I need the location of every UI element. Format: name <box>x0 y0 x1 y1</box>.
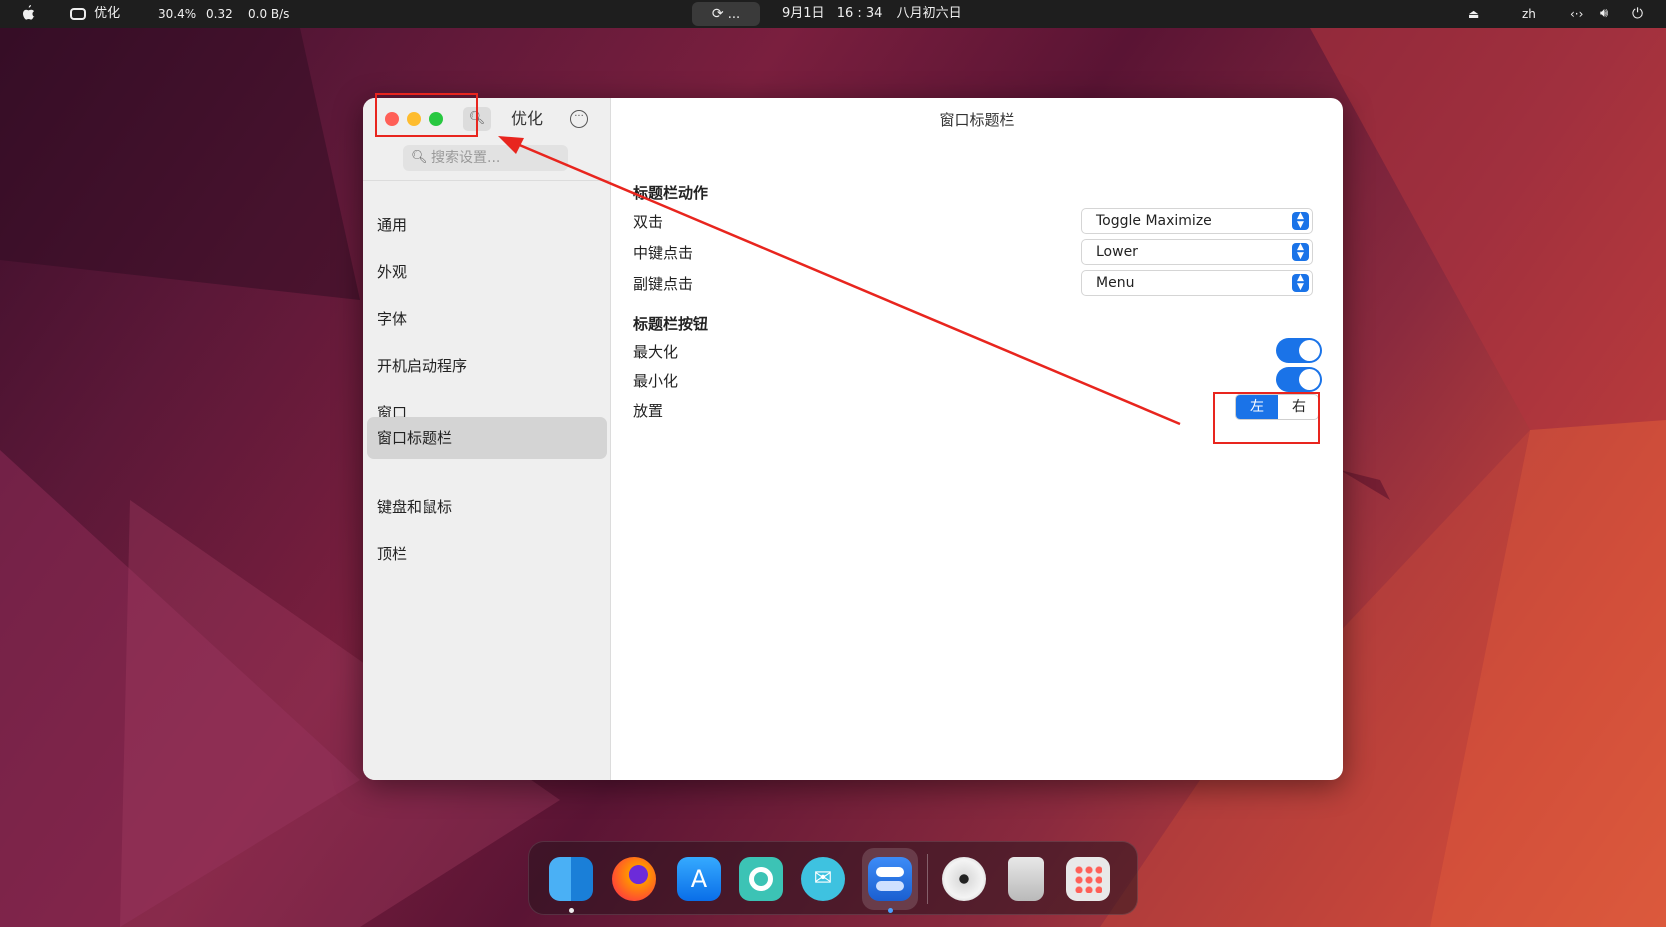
dock-separator <box>927 854 928 904</box>
mail-icon[interactable]: ✉ <box>801 857 845 901</box>
app-store-icon[interactable]: A <box>677 857 721 901</box>
running-indicator <box>569 908 574 913</box>
dock: A ✉ <box>528 841 1138 915</box>
running-indicator <box>888 908 893 913</box>
finder-icon[interactable] <box>549 857 593 901</box>
toggle-glyph <box>876 881 904 891</box>
help-icon[interactable] <box>739 857 783 901</box>
tweaks-icon[interactable] <box>868 857 912 901</box>
annotation-arrow <box>498 136 1181 426</box>
grid-glyph <box>1074 865 1102 893</box>
disc-icon[interactable] <box>942 857 986 901</box>
app-grid-icon[interactable] <box>1066 857 1110 901</box>
toggle-glyph <box>876 867 904 877</box>
lifebuoy-icon <box>749 867 773 891</box>
firefox-icon[interactable] <box>612 857 656 901</box>
trash-icon[interactable] <box>1008 857 1044 901</box>
